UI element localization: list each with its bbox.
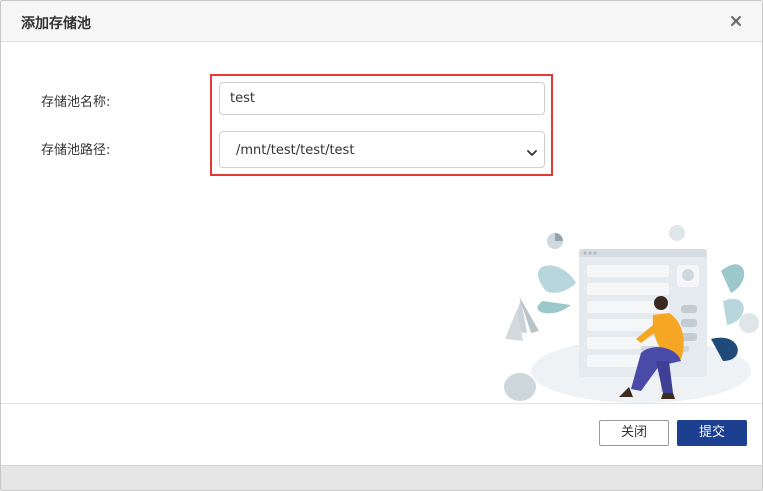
bottom-bar [1, 465, 762, 490]
dialog-title: 添加存储池 [21, 16, 91, 32]
pool-name-label: 存储池名称: [41, 95, 111, 110]
pool-name-input[interactable] [219, 82, 545, 115]
close-icon[interactable] [728, 13, 744, 29]
pool-path-select[interactable]: /mnt/test/test/test [219, 131, 545, 168]
add-storage-pool-dialog: 添加存储池 存储池名称: 存储池路径: /mnt/test/test/test [0, 0, 763, 491]
pool-path-value: /mnt/test/test/test [236, 143, 355, 158]
decorative-illustration [504, 225, 759, 403]
submit-button[interactable]: 提交 [677, 420, 747, 446]
pool-path-label: 存储池路径: [41, 143, 111, 158]
footer-divider [1, 403, 762, 404]
chevron-down-icon [526, 144, 538, 163]
dialog-header: 添加存储池 [1, 1, 762, 42]
close-button[interactable]: 关闭 [599, 420, 669, 446]
